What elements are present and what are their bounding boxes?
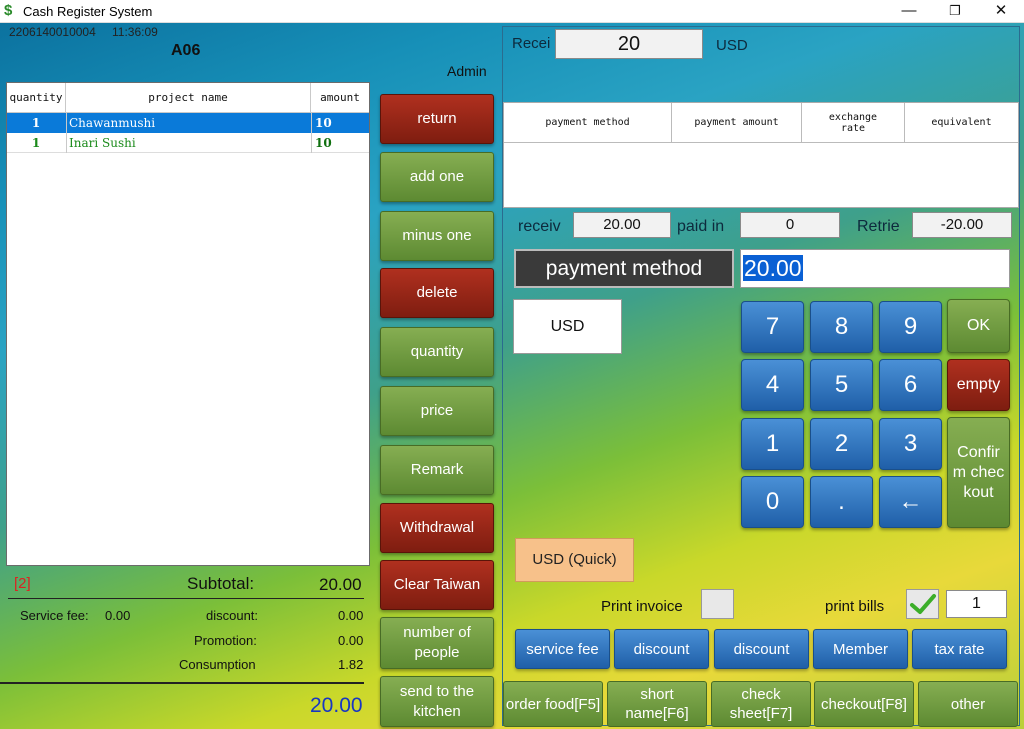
print-copies-input[interactable]: 1 <box>946 590 1007 618</box>
table-number: A06 <box>171 42 201 59</box>
payment-method-label: payment method <box>514 249 734 288</box>
print-bills-label: print bills <box>825 598 885 615</box>
window-title: Cash Register System <box>23 4 153 19</box>
confirm-checkout-button[interactable]: Confirm checkout <box>947 417 1010 528</box>
column-quantity: quantity <box>7 83 66 113</box>
usd-quick-button[interactable]: USD (Quick) <box>515 538 634 582</box>
other-button[interactable]: other <box>918 681 1018 727</box>
currency-label: USD <box>716 37 748 54</box>
key-6[interactable]: 6 <box>879 359 942 411</box>
discount-button-2[interactable]: discount <box>714 629 809 669</box>
short-name-button[interactable]: short name[F6] <box>607 681 707 727</box>
payment-table: payment method payment amount exchange r… <box>503 102 1019 208</box>
withdrawal-button[interactable]: Withdrawal <box>380 503 494 553</box>
check-sheet-button[interactable]: check sheet[F7] <box>711 681 811 727</box>
key-0[interactable]: 0 <box>741 476 804 528</box>
total-value: 20.00 <box>310 694 363 717</box>
key-1[interactable]: 1 <box>741 418 804 470</box>
row-name: Chawanmushi <box>69 116 156 130</box>
amount-input[interactable]: 20.00 <box>740 249 1010 288</box>
close-button[interactable]: ✕ <box>978 0 1024 23</box>
receivable-value: 20.00 <box>573 212 671 238</box>
divider <box>8 598 364 599</box>
promotion-value: 0.00 <box>338 633 364 648</box>
add-one-button[interactable]: add one <box>380 152 494 202</box>
send-to-kitchen-button[interactable]: send to the kitchen <box>380 676 494 727</box>
key-8[interactable]: 8 <box>810 301 873 353</box>
empty-button[interactable]: empty <box>947 359 1010 411</box>
paid-in-label: paid in <box>677 218 725 235</box>
column-payment-method: payment method <box>504 103 672 143</box>
column-exchange-rate: exchange rate <box>802 103 905 143</box>
column-equivalent: equivalent <box>905 103 1018 143</box>
tax-rate-button[interactable]: tax rate <box>912 629 1007 669</box>
receive-amount: 20 <box>555 29 703 59</box>
discount-value: 0.00 <box>338 608 364 623</box>
row-amount: 10 <box>315 136 332 150</box>
number-of-people-button[interactable]: number of people <box>380 617 494 669</box>
delete-button[interactable]: delete <box>380 268 494 318</box>
backspace-icon[interactable]: ← <box>879 476 942 528</box>
item-count: [2] <box>14 575 31 592</box>
ok-button[interactable]: OK <box>947 299 1010 353</box>
retrieve-value: -20.00 <box>912 212 1012 238</box>
order-table: quantity project name amount 1 Chawanmus… <box>6 82 370 566</box>
maximize-button[interactable]: ❐ <box>932 0 978 23</box>
key-7[interactable]: 7 <box>741 301 804 353</box>
column-amount: amount <box>311 83 369 113</box>
key-decimal[interactable]: . <box>810 476 873 528</box>
price-button[interactable]: price <box>380 386 494 436</box>
key-2[interactable]: 2 <box>810 418 873 470</box>
receive-label: Recei <box>512 35 551 52</box>
order-number: 2206140010004 <box>9 25 96 39</box>
column-payment-amount: payment amount <box>672 103 802 143</box>
order-time: 11:36:09 <box>112 25 158 39</box>
service-fee-button[interactable]: service fee <box>515 629 610 669</box>
print-bills-checkbox[interactable] <box>906 589 939 619</box>
discount-label: discount: <box>206 608 259 623</box>
row-amount: 10 <box>315 116 332 130</box>
row-quantity: 1 <box>31 116 41 130</box>
title-bar: $ Cash Register System — ❐ ✕ <box>0 0 1024 23</box>
key-4[interactable]: 4 <box>741 359 804 411</box>
clear-taiwan-button[interactable]: Clear Taiwan <box>380 560 494 610</box>
subtotal-value: 20.00 <box>319 575 362 594</box>
row-name: Inari Sushi <box>69 136 136 150</box>
checkmark-icon <box>909 594 936 614</box>
column-project-name: project name <box>66 83 311 113</box>
minimize-button[interactable]: — <box>886 0 932 23</box>
minus-one-button[interactable]: minus one <box>380 211 494 261</box>
table-row[interactable]: 1 Chawanmushi 10 <box>7 113 369 133</box>
member-button[interactable]: Member <box>813 629 908 669</box>
print-invoice-checkbox[interactable] <box>701 589 734 619</box>
remark-button[interactable]: Remark <box>380 445 494 495</box>
subtotal-label: Subtotal: <box>187 574 255 593</box>
service-fee-label: Service fee: <box>20 608 89 623</box>
service-fee-value: 0.00 <box>105 608 131 623</box>
print-invoice-label: Print invoice <box>601 598 683 615</box>
user-name: Admin <box>447 63 487 79</box>
paid-in-value: 0 <box>740 212 840 238</box>
quantity-button[interactable]: quantity <box>380 327 494 377</box>
checkout-button[interactable]: checkout[F8] <box>814 681 914 727</box>
divider <box>0 682 364 684</box>
dollar-icon: $ <box>4 2 13 19</box>
row-quantity: 1 <box>31 136 41 150</box>
order-food-button[interactable]: order food[F5] <box>503 681 603 727</box>
key-5[interactable]: 5 <box>810 359 873 411</box>
return-button[interactable]: return <box>380 94 494 144</box>
amount-input-value: 20.00 <box>743 255 803 281</box>
key-9[interactable]: 9 <box>879 301 942 353</box>
consumption-value: 1.82 <box>338 657 364 672</box>
payment-option-usd[interactable]: USD <box>513 299 622 354</box>
receivable-label: receiv <box>518 218 561 235</box>
discount-button[interactable]: discount <box>614 629 709 669</box>
consumption-label: Consumption <box>179 657 256 672</box>
promotion-label: Promotion: <box>194 633 257 648</box>
retrieve-label: Retrie <box>857 218 900 235</box>
key-3[interactable]: 3 <box>879 418 942 470</box>
table-row[interactable]: 1 Inari Sushi 10 <box>7 133 369 153</box>
